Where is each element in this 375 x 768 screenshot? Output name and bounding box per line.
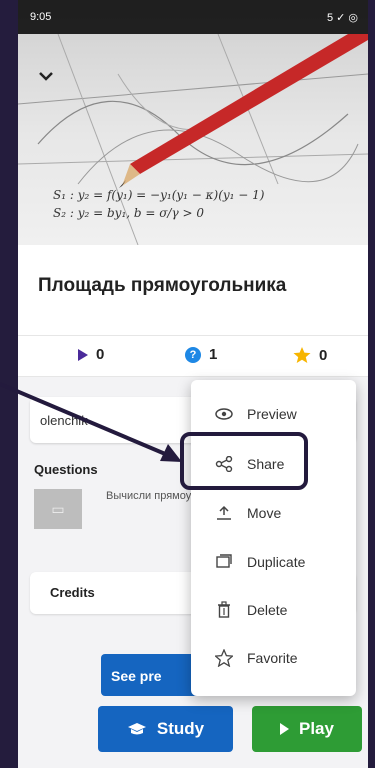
annotation-arrow	[0, 382, 182, 462]
